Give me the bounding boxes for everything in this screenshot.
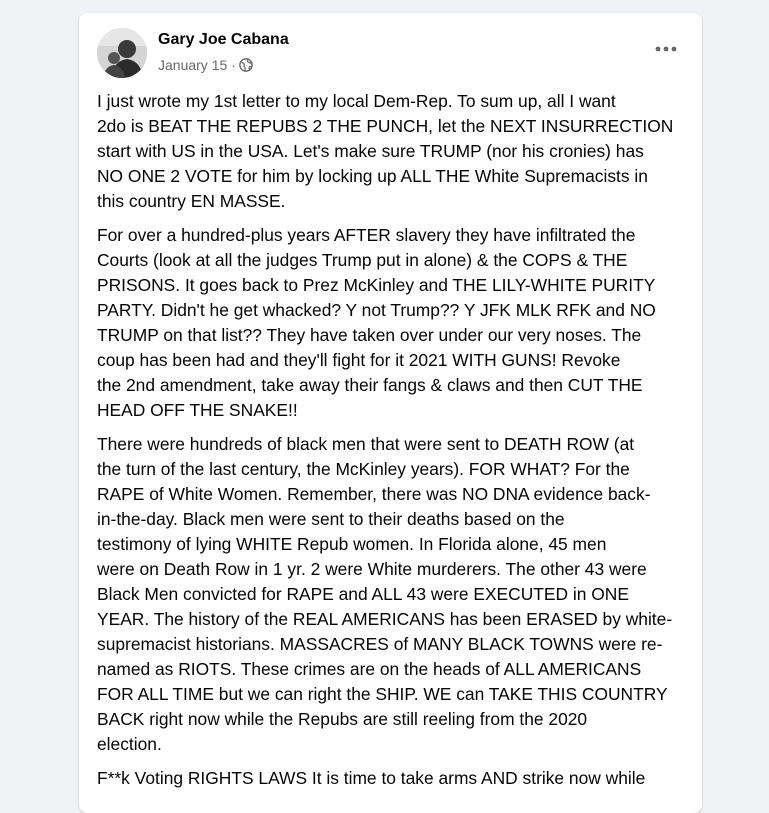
post-line: F**k Voting RIGHTS LAWS It is time to ta… <box>97 768 646 788</box>
post-body: I just wrote my 1st letter to my local D… <box>97 89 690 800</box>
post-line: the turn of the last century, the McKinl… <box>97 459 630 479</box>
post-line: Black Men convicted for RAPE and ALL 43 … <box>97 584 629 604</box>
post-line: PRISONS. It goes back to Prez McKinley a… <box>97 275 656 295</box>
post-line: in-the-day. Black men were sent to their… <box>97 509 565 529</box>
post-line: FOR ALL TIME but we can right the SHIP. … <box>97 684 668 704</box>
post-paragraph: I just wrote my 1st letter to my local D… <box>97 89 690 214</box>
post-date[interactable]: January 15 <box>158 57 227 73</box>
post-line: RAPE of White Women. Remember, there was… <box>97 484 651 504</box>
post-paragraph: There were hundreds of black men that we… <box>97 432 690 757</box>
post-line: HEAD OFF THE SNAKE!! <box>97 400 298 420</box>
post-line: testimony of lying WHITE Repub women. In… <box>97 534 607 554</box>
post-line: PARTY. Didn't he get whacked? Y not Trum… <box>97 300 656 320</box>
post-meta: January 15 · <box>158 57 253 73</box>
avatar-photo <box>97 28 147 78</box>
post-line: the 2nd amendment, take away their fangs… <box>97 375 643 395</box>
post-line: BACK right now while the Repubs are stil… <box>97 709 588 729</box>
globe-icon[interactable] <box>239 58 253 72</box>
post-card: Gary Joe Cabana January 15 · I just wrot… <box>79 13 702 813</box>
post-line: For over a hundred-plus years AFTER slav… <box>97 225 636 245</box>
post-line: There were hundreds of black men that we… <box>97 434 635 454</box>
more-options-button[interactable] <box>648 35 684 63</box>
post-line: I just wrote my 1st letter to my local D… <box>97 91 616 111</box>
post-line: election. <box>97 734 162 754</box>
post-line: named as RIOTS. These crimes are on the … <box>97 659 642 679</box>
author-name[interactable]: Gary Joe Cabana <box>158 31 289 49</box>
post-line: TRUMP on that list?? They have taken ove… <box>97 325 642 345</box>
post-line: supremacist historians. MASSACRES of MAN… <box>97 634 663 654</box>
more-options-icon <box>655 46 677 52</box>
post-line: Courts (look at all the judges Trump put… <box>97 250 628 270</box>
post-paragraph: For over a hundred-plus years AFTER slav… <box>97 223 690 423</box>
meta-separator: · <box>231 57 236 73</box>
post-paragraph: F**k Voting RIGHTS LAWS It is time to ta… <box>97 766 690 791</box>
post-line: were on Death Row in 1 yr. 2 were White … <box>97 559 647 579</box>
post-line: NO ONE 2 VOTE for him by locking up ALL … <box>97 166 648 186</box>
post-line: coup has been had and they'll fight for … <box>97 350 621 370</box>
post-line: start with US in the USA. Let's make sur… <box>97 141 644 161</box>
post-line: YEAR. The history of the REAL AMERICANS … <box>97 609 673 629</box>
post-line: this country EN MASSE. <box>97 191 286 211</box>
post-line: 2do is BEAT THE REPUBS 2 THE PUNCH, let … <box>97 116 674 136</box>
avatar[interactable] <box>97 28 147 78</box>
